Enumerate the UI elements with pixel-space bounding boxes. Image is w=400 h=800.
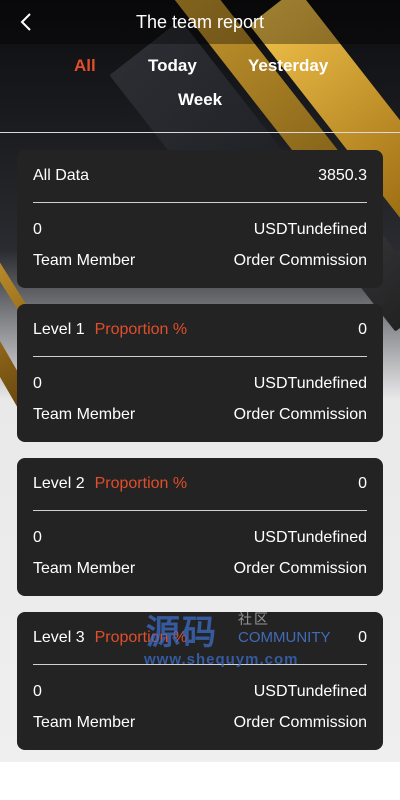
order-commission-label: Order Commission — [233, 714, 367, 731]
team-member-label: Team Member — [33, 714, 136, 731]
order-commission-value: USDTundefined — [253, 221, 367, 238]
all-data-label: All Data — [33, 167, 90, 184]
order-commission-value: USDTundefined — [253, 683, 367, 700]
level-3-card: Level 3 Proportion % 0 0 USDTundefined Te… — [17, 612, 383, 750]
level-1-card: Level 1 Proportion % 0 0 USDTundefined Te… — [17, 304, 383, 442]
tab-today[interactable]: Today — [148, 56, 197, 76]
level-value: 0 — [358, 629, 367, 646]
all-data-value: 3850.3 — [318, 167, 367, 184]
tab-yesterday[interactable]: Yesterday — [248, 56, 328, 76]
card-divider — [33, 356, 367, 357]
card-divider — [33, 202, 367, 203]
chevron-left-icon — [20, 13, 31, 31]
order-commission-value: USDTundefined — [253, 375, 367, 392]
divider — [0, 132, 400, 133]
team-member-count: 0 — [33, 683, 42, 700]
level-label: Level 3 — [33, 629, 85, 646]
team-member-count: 0 — [33, 375, 42, 392]
order-commission-value: USDTundefined — [253, 529, 367, 546]
level-2-card: Level 2 Proportion % 0 0 USDTundefined Te… — [17, 458, 383, 596]
proportion-label: Proportion % — [94, 475, 188, 492]
level-value: 0 — [358, 475, 367, 492]
tab-week[interactable]: Week — [178, 90, 222, 110]
team-member-label: Team Member — [33, 560, 136, 577]
page-title: The team report — [135, 11, 265, 32]
header-bar: The team report — [0, 0, 400, 44]
team-member-label: Team Member — [33, 252, 136, 269]
order-commission-label: Order Commission — [233, 560, 367, 577]
team-member-count: 0 — [33, 529, 42, 546]
card-divider — [33, 664, 367, 665]
team-member-label: Team Member — [33, 406, 136, 423]
level-value: 0 — [358, 321, 367, 338]
proportion-label: Proportion % — [94, 321, 188, 338]
level-label: Level 1 — [33, 321, 85, 338]
all-data-card: All Data 3850.3 0 USDTundefined Team Mem… — [17, 150, 383, 288]
back-button[interactable] — [14, 10, 38, 34]
team-member-count: 0 — [33, 221, 42, 238]
bottom-area — [0, 762, 400, 800]
order-commission-label: Order Commission — [233, 252, 367, 269]
tab-all[interactable]: All — [74, 56, 96, 76]
proportion-label: Proportion % — [94, 629, 188, 646]
card-divider — [33, 510, 367, 511]
order-commission-label: Order Commission — [233, 406, 367, 423]
level-label: Level 2 — [33, 475, 85, 492]
